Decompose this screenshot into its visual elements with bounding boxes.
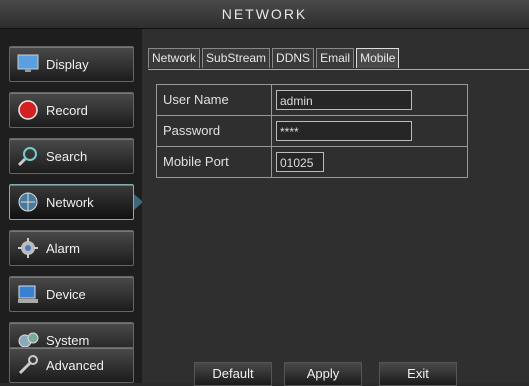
device-icon	[16, 282, 40, 306]
record-icon	[16, 98, 40, 122]
form-row-username: User Name admin	[157, 85, 467, 116]
alarm-icon	[16, 236, 40, 260]
form-row-password: Password ****	[157, 116, 467, 147]
sidebar-item-label: System	[46, 332, 90, 348]
sidebar-item-network[interactable]: Network	[9, 184, 143, 220]
username-label: User Name	[157, 85, 272, 115]
sidebar: Display Record Search Network Alarm Devi…	[0, 29, 143, 383]
mobile-port-field[interactable]: 01025	[276, 152, 324, 172]
network-icon	[16, 190, 40, 214]
exit-button[interactable]: Exit	[379, 362, 457, 386]
advanced-icon	[16, 353, 40, 377]
default-button[interactable]: Default	[194, 362, 272, 386]
sidebar-item-label: Alarm	[46, 240, 80, 256]
username-field[interactable]: admin	[276, 90, 412, 110]
mobile-settings-form: User Name admin Password **** Mobile Por…	[156, 84, 468, 178]
main-panel: Network SubStream DDNS Email Mobile User…	[142, 29, 529, 386]
tab-ddns[interactable]: DDNS	[272, 48, 315, 68]
sidebar-item-advanced[interactable]: Advanced	[9, 347, 134, 383]
sidebar-item-display[interactable]: Display	[9, 46, 134, 82]
tab-bar: Network SubStream DDNS Email Mobile	[148, 48, 401, 68]
password-label: Password	[157, 116, 272, 146]
monitor-icon	[16, 52, 40, 76]
tab-divider	[148, 69, 529, 70]
password-field[interactable]: ****	[276, 121, 412, 141]
sidebar-item-label: Advanced	[46, 357, 104, 373]
search-icon	[16, 144, 40, 168]
sidebar-item-label: Display	[46, 56, 89, 72]
window-title: NETWORK	[0, 0, 529, 29]
sidebar-item-device[interactable]: Device	[9, 276, 134, 312]
sidebar-item-record[interactable]: Record	[9, 92, 134, 128]
mobile-port-label: Mobile Port	[157, 147, 272, 177]
tab-substream[interactable]: SubStream	[202, 48, 271, 68]
sidebar-item-label: Search	[46, 148, 88, 164]
sidebar-item-label: Record	[46, 102, 88, 118]
sidebar-item-alarm[interactable]: Alarm	[9, 230, 134, 266]
apply-button[interactable]: Apply	[284, 362, 362, 386]
tab-network[interactable]: Network	[148, 48, 201, 68]
sidebar-item-label: Network	[46, 194, 94, 210]
sidebar-item-label: Device	[46, 286, 86, 302]
tab-email[interactable]: Email	[316, 48, 355, 68]
tab-mobile[interactable]: Mobile	[356, 48, 400, 68]
sidebar-item-search[interactable]: Search	[9, 138, 134, 174]
form-row-mobile-port: Mobile Port 01025	[157, 147, 467, 177]
